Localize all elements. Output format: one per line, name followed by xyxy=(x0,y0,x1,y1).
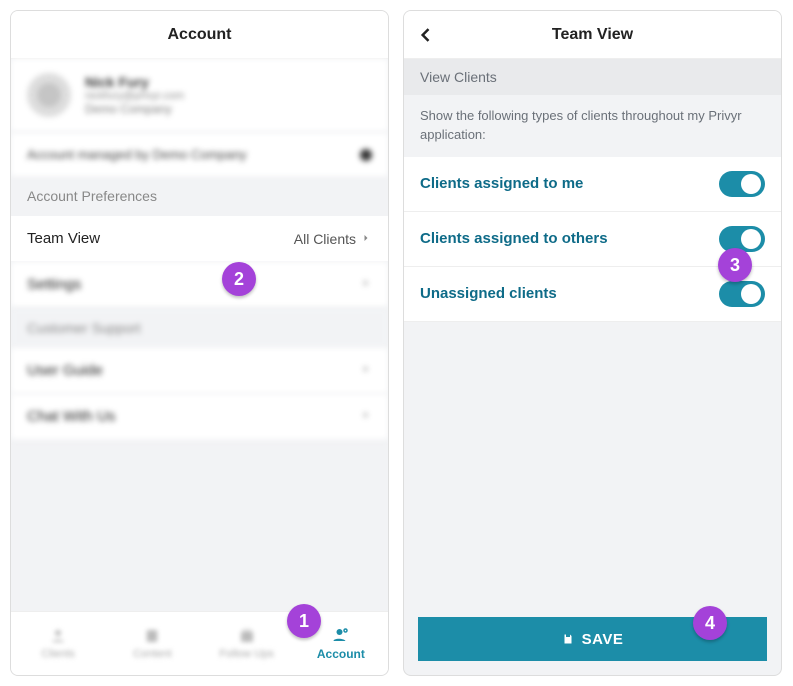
managed-indicator-icon xyxy=(360,149,372,161)
tabbar: Clients Content Follow Ups Account xyxy=(11,611,388,675)
tab-label: Account xyxy=(317,647,365,661)
page-title: Team View xyxy=(552,26,633,44)
account-icon xyxy=(331,626,351,644)
account-managed-label: Account managed by Demo Company xyxy=(27,147,247,162)
tab-label: Clients xyxy=(41,648,75,660)
page-title: Account xyxy=(168,26,232,44)
save-label: SAVE xyxy=(582,631,624,648)
tab-label: Follow Ups xyxy=(219,648,273,660)
account-screen: Account Nick Fury nickfury@privyr.com De… xyxy=(10,10,389,676)
tab-followups[interactable]: Follow Ups xyxy=(200,612,294,675)
profile-company: Demo Company xyxy=(85,102,184,116)
save-icon xyxy=(562,632,574,646)
tab-label: Content xyxy=(133,648,172,660)
step-badge-4: 4 xyxy=(693,606,727,640)
view-clients-desc: Show the following types of clients thro… xyxy=(404,95,781,157)
user-guide-label: User Guide xyxy=(27,362,103,379)
step-badge-1: 1 xyxy=(287,604,321,638)
chevron-right-icon xyxy=(360,276,372,293)
account-managed-row[interactable]: Account managed by Demo Company xyxy=(11,133,388,176)
support-header: Customer Support xyxy=(11,308,388,348)
preferences-header: Account Preferences xyxy=(11,176,388,216)
tab-clients[interactable]: Clients xyxy=(11,612,105,675)
view-clients-header: View Clients xyxy=(404,59,781,95)
header: Account xyxy=(11,11,388,59)
content-icon xyxy=(142,627,162,645)
toggle-label: Unassigned clients xyxy=(420,285,557,302)
chevron-right-icon xyxy=(360,408,372,425)
header: Team View xyxy=(404,11,781,59)
profile-email: nickfury@privyr.com xyxy=(85,90,184,102)
chat-label: Chat With Us xyxy=(27,408,115,425)
chevron-right-icon xyxy=(360,362,372,379)
toggle-label: Clients assigned to others xyxy=(420,230,608,247)
toggle-switch[interactable] xyxy=(719,226,765,252)
team-view-screen: Team View View Clients Show the followin… xyxy=(403,10,782,676)
team-view-value: All Clients xyxy=(294,231,356,247)
settings-row[interactable]: Settings xyxy=(11,262,388,308)
toggle-label: Clients assigned to me xyxy=(420,175,583,192)
toggle-assigned-me: Clients assigned to me xyxy=(404,157,781,212)
toggle-switch[interactable] xyxy=(719,281,765,307)
profile-row[interactable]: Nick Fury nickfury@privyr.com Demo Compa… xyxy=(11,59,388,131)
chat-row[interactable]: Chat With Us xyxy=(11,394,388,440)
user-guide-row[interactable]: User Guide xyxy=(11,348,388,394)
team-view-label: Team View xyxy=(27,230,100,247)
profile-name: Nick Fury xyxy=(85,74,184,90)
toggle-switch[interactable] xyxy=(719,171,765,197)
avatar-icon xyxy=(27,73,71,117)
followups-icon xyxy=(237,627,257,645)
step-badge-2: 2 xyxy=(222,262,256,296)
back-button[interactable] xyxy=(416,11,436,59)
settings-label: Settings xyxy=(27,276,81,293)
tab-content[interactable]: Content xyxy=(105,612,199,675)
step-badge-3: 3 xyxy=(718,248,752,282)
clients-icon xyxy=(48,627,68,645)
team-view-row[interactable]: Team View All Clients xyxy=(11,216,388,262)
chevron-right-icon xyxy=(360,231,372,247)
